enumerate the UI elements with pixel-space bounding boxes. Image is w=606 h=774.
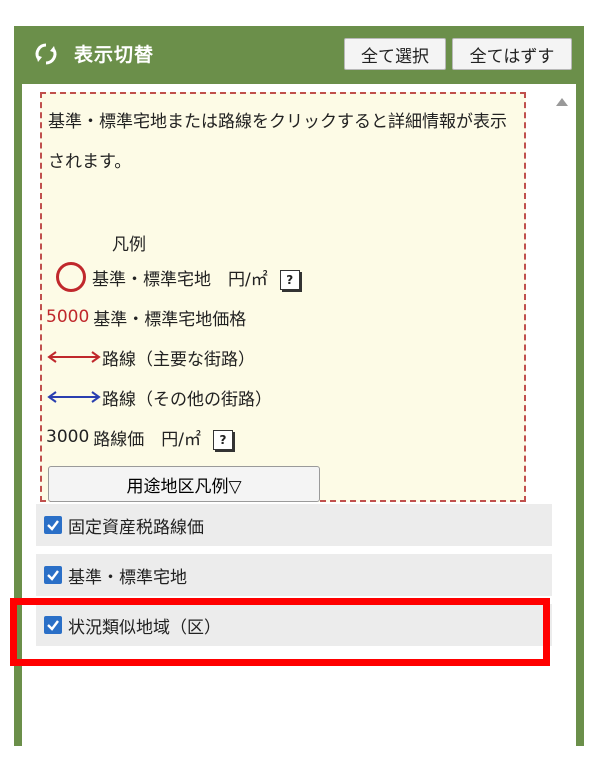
scroll-up-arrow-icon[interactable] xyxy=(556,98,568,106)
legend-main-route-label: 路線（主要な街路） xyxy=(102,349,255,370)
panel-content: 基準・標準宅地または路線をクリックすると詳細情報が表示されます。 凡例 基準・標… xyxy=(22,84,576,774)
layer-label: 状況類似地域（区） xyxy=(68,617,221,638)
legend-route-price: 3000 路線価 円/㎡ ? xyxy=(46,420,233,454)
legend-price-label: 基準・標準宅地価格 xyxy=(93,309,247,330)
info-box: 基準・標準宅地または路線をクリックすると詳細情報が表示されます。 凡例 基準・標… xyxy=(40,92,526,502)
layer-label: 基準・標準宅地 xyxy=(68,567,187,588)
refresh-icon[interactable] xyxy=(34,42,58,66)
panel-title: 表示切替 xyxy=(74,44,155,66)
usage-district-legend-button[interactable]: 用途地区凡例▽ xyxy=(48,466,320,502)
blue-double-arrow-icon xyxy=(47,391,101,403)
checkbox-checked-icon[interactable] xyxy=(44,566,62,584)
layer-item-fixed-asset-route-price[interactable]: 固定資産税路線価 xyxy=(36,504,552,546)
panel-header: 表示切替 全て選択 全てはずす xyxy=(14,26,584,82)
legend-standard-land: 基準・標準宅地 円/㎡ ? xyxy=(46,260,300,294)
info-description: 基準・標準宅地または路線をクリックすると詳細情報が表示されます。 xyxy=(48,112,507,172)
layer-label: 固定資産税路線価 xyxy=(68,517,204,538)
legend-standard-land-label: 基準・標準宅地 円/㎡ xyxy=(92,269,268,290)
clear-all-button[interactable]: 全てはずす xyxy=(452,38,572,70)
layer-item-similar-area[interactable]: 状況類似地域（区） xyxy=(36,604,552,646)
help-icon[interactable]: ? xyxy=(213,430,233,450)
checkbox-checked-icon[interactable] xyxy=(44,616,62,634)
legend-title: 凡例 xyxy=(112,235,146,255)
legend-route-price-label: 路線価 円/㎡ xyxy=(93,429,201,450)
legend-other-route-label: 路線（その他の街路） xyxy=(102,389,272,410)
legend-main-route: 路線（主要な街路） xyxy=(46,340,255,374)
legend-route-price-sample: 3000 xyxy=(46,427,90,447)
help-icon[interactable]: ? xyxy=(279,270,300,290)
layer-item-standard-land[interactable]: 基準・標準宅地 xyxy=(36,554,552,596)
select-all-button[interactable]: 全て選択 xyxy=(344,38,446,70)
display-toggle-panel: 表示切替 全て選択 全てはずす 基準・標準宅地または路線をクリックすると詳細情報… xyxy=(14,26,584,774)
red-circle-icon xyxy=(56,262,86,292)
legend-other-route: 路線（その他の街路） xyxy=(46,380,272,414)
legend-land-price: 5000 基準・標準宅地価格 xyxy=(46,300,246,334)
checkbox-checked-icon[interactable] xyxy=(44,516,62,534)
red-double-arrow-icon xyxy=(47,351,101,363)
legend-price-sample: 5000 xyxy=(46,307,90,327)
